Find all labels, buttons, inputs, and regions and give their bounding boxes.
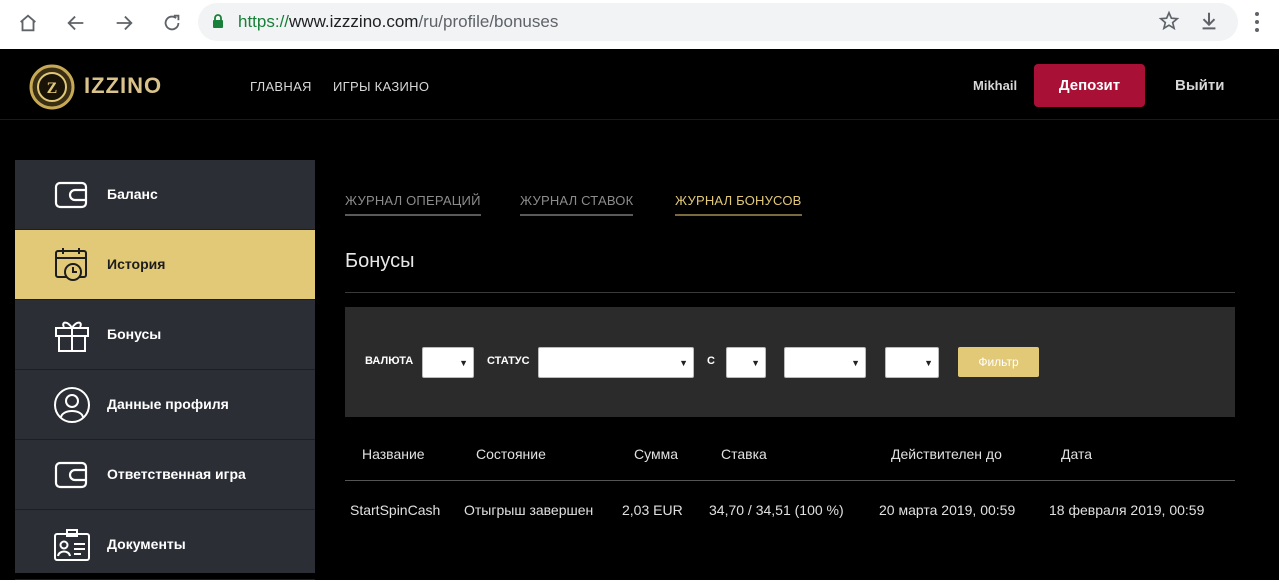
dropdown-arrow-icon: ▼: [459, 358, 468, 368]
sidebar-item-balance[interactable]: Баланс: [15, 160, 315, 230]
currency-label: ВАЛЮТА: [365, 355, 414, 367]
cell-state: Отыгрыш завершен: [464, 502, 594, 518]
calendar-clock-icon: [55, 248, 87, 281]
home-icon[interactable]: [14, 9, 42, 37]
day-select[interactable]: ▼: [726, 347, 766, 378]
page-title: Бонусы: [345, 250, 415, 272]
sidebar-item-bonuses[interactable]: Бонусы: [15, 300, 315, 370]
logout-button[interactable]: Выйти: [1175, 77, 1224, 94]
column-header-state: Состояние: [476, 446, 546, 462]
dropdown-arrow-icon: ▼: [924, 358, 933, 368]
tab-operations-log[interactable]: ЖУРНАЛ ОПЕРАЦИЙ: [345, 193, 481, 216]
cell-valid-until: 20 марта 2019, 00:59: [879, 502, 1016, 518]
nav-casino-games[interactable]: ИГРЫ КАЗИНО: [333, 79, 429, 94]
filter-button[interactable]: Фильтр: [958, 347, 1039, 377]
logo-chip-icon: Z: [29, 64, 75, 110]
url-text[interactable]: https://www.izzzino.com/ru/profile/bonus…: [238, 12, 558, 32]
sidebar-item-history[interactable]: История: [15, 230, 315, 300]
sidebar-item-label: Ответственная игра: [107, 466, 246, 482]
filter-panel: ВАЛЮТА ▼ СТАТУС ▼ С ▼ ▼ ▼ Фильтр: [345, 307, 1235, 417]
cell-name: StartSpinCash: [350, 502, 441, 518]
id-card-icon: [54, 529, 90, 561]
column-header-date: Дата: [1061, 446, 1093, 462]
reload-icon[interactable]: [158, 9, 186, 37]
menu-icon[interactable]: [1250, 10, 1264, 34]
wallet-icon: [54, 461, 88, 489]
column-header-name: Название: [362, 446, 425, 462]
sidebar-item-profile-data[interactable]: Данные профиля: [15, 370, 315, 440]
wallet-icon: [54, 181, 88, 209]
column-header-valid-until: Действителен до: [891, 446, 1002, 462]
year-select[interactable]: ▼: [885, 347, 939, 378]
nav-home[interactable]: ГЛАВНАЯ: [250, 79, 312, 94]
profile-sidebar: Баланс История Бонусы Данные профиля Отв…: [15, 160, 315, 580]
user-name[interactable]: Mikhail: [973, 78, 1017, 93]
tab-bonuses-log[interactable]: ЖУРНАЛ БОНУСОВ: [675, 193, 802, 216]
status-select[interactable]: ▼: [538, 347, 694, 378]
sidebar-item-documents[interactable]: Документы: [15, 510, 315, 580]
gift-icon: [55, 321, 89, 352]
cell-date: 18 февраля 2019, 00:59: [1049, 502, 1205, 518]
logo-text: IZZINO: [84, 73, 163, 98]
dropdown-arrow-icon: ▼: [851, 358, 860, 368]
currency-select[interactable]: ▼: [422, 347, 474, 378]
dropdown-arrow-icon: ▼: [751, 358, 760, 368]
lock-icon: [213, 14, 223, 28]
sidebar-item-label: Бонусы: [107, 326, 162, 342]
deposit-button[interactable]: Депозит: [1034, 64, 1145, 107]
cell-wager: 34,70 / 34,51 (100 %): [709, 502, 844, 518]
svg-text:Z: Z: [47, 80, 58, 97]
site-header: Z IZZINO ГЛАВНАЯ ИГРЫ КАЗИНО Mikhail Деп…: [0, 49, 1279, 120]
column-header-amount: Сумма: [634, 446, 678, 462]
month-select[interactable]: ▼: [784, 347, 866, 378]
dropdown-arrow-icon: ▼: [679, 358, 688, 368]
address-bar[interactable]: https://www.izzzino.com/ru/profile/bonus…: [198, 3, 1238, 41]
sidebar-item-responsible-gaming[interactable]: Ответственная игра: [15, 440, 315, 510]
divider: [345, 292, 1235, 293]
tab-bets-log[interactable]: ЖУРНАЛ СТАВОК: [520, 193, 634, 216]
download-icon[interactable]: [1198, 10, 1220, 32]
sidebar-item-label: История: [107, 256, 166, 272]
column-header-wager: Ставка: [721, 446, 767, 462]
sidebar-item-label: Документы: [107, 536, 186, 552]
from-label: С: [707, 355, 715, 367]
forward-icon[interactable]: [110, 9, 138, 37]
sidebar-item-label: Данные профиля: [107, 396, 229, 412]
browser-toolbar: https://www.izzzino.com/ru/profile/bonus…: [0, 0, 1279, 49]
user-icon: [54, 387, 90, 423]
cell-amount: 2,03 EUR: [622, 502, 683, 518]
sidebar-item-label: Баланс: [107, 186, 158, 202]
back-icon[interactable]: [62, 9, 90, 37]
status-label: СТАТУС: [487, 355, 530, 367]
star-icon[interactable]: [1158, 10, 1180, 32]
divider: [345, 480, 1235, 481]
